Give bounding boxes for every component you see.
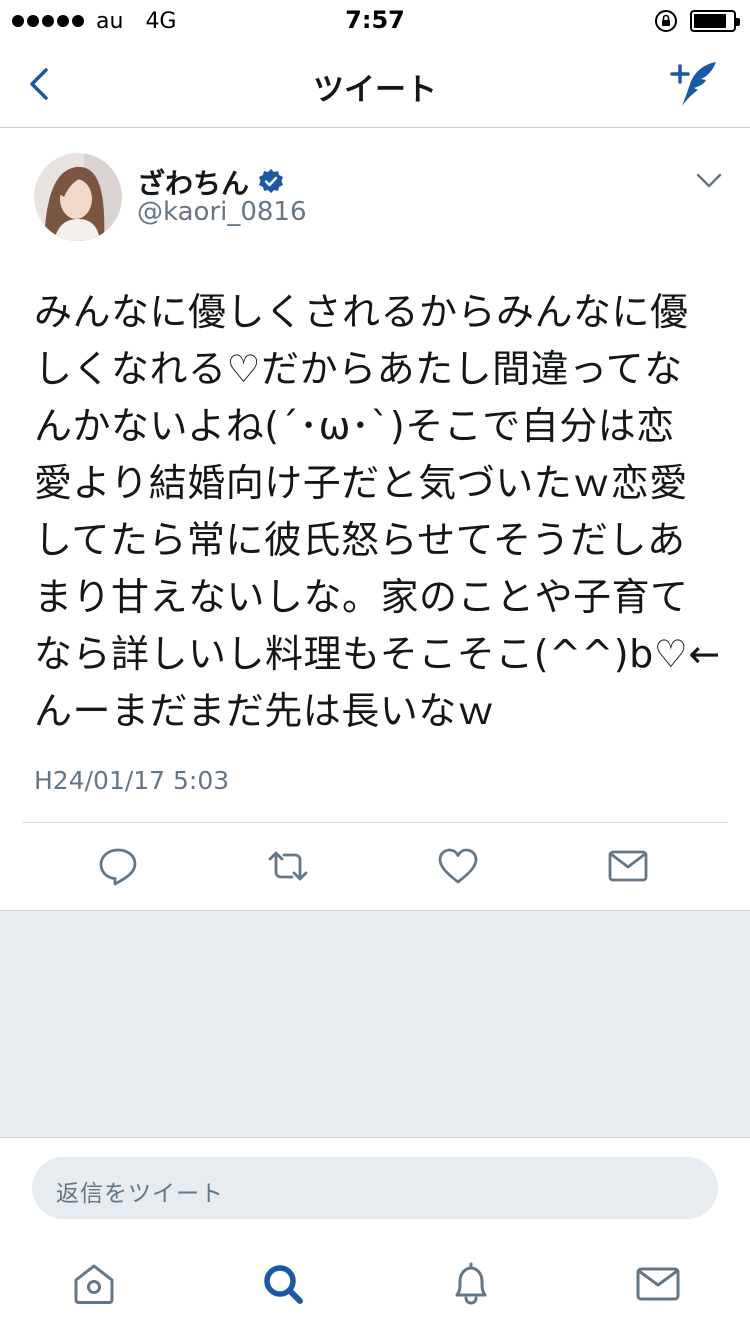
user-name-row[interactable]: ざわちん [137,162,285,202]
tweet-line: んーまだまだ先は長いなｗ [34,689,496,733]
user-display-name[interactable]: ざわちん [137,162,249,202]
tweet-line: まり甘えないしな。家のことや子育て [34,575,689,619]
tab-notifications[interactable] [447,1260,495,1308]
tweet-line: 愛より結婚向け子だと気づいたｗ恋愛 [34,461,688,505]
tweet-line: しくなれる♡だからあたし間違ってな [34,347,683,391]
compose-tweet-button[interactable] [668,56,724,112]
tab-messages[interactable] [634,1260,682,1308]
reply-icon [99,848,137,886]
notifications-icon [455,1262,487,1305]
battery-icon [690,10,740,32]
messages-icon [636,1267,680,1301]
retweet-icon [268,851,308,881]
direct-message-button[interactable] [606,844,650,888]
profile-photo [34,153,122,241]
replies-area [0,910,750,1138]
tab-search[interactable] [259,1260,307,1308]
like-button[interactable] [436,844,480,888]
tab-bar [0,1240,750,1334]
tweet-line: みんなに優しくされるからみんなに優 [34,290,689,334]
avatar[interactable] [34,153,122,241]
orientation-lock-icon [655,10,677,32]
tweet-actions [0,838,750,896]
tab-home[interactable] [70,1260,118,1308]
tweet-options-button[interactable] [694,168,724,192]
verified-badge-icon [259,169,284,193]
tweet-line: してたら常に彼氏怒らせてそうだしあ [34,518,686,562]
status-right [654,9,740,33]
tweet-text: みんなに優しくされるからみんなに優 しくなれる♡だからあたし間違ってな んかない… [34,284,724,740]
battery-level [694,14,727,28]
direct-message-icon [608,850,648,882]
status-time: 7:57 [345,6,405,34]
user-handle[interactable]: @kaori_0816 [137,197,307,227]
chevron-down-icon [696,173,722,188]
nav-bar: ツイート [0,40,750,128]
tweet-line: なら詳しいし料理もそこそこ(^^)b♡← [34,632,721,676]
reply-input[interactable]: 返信をツイート [32,1157,718,1219]
tweet-line: んかないよね(´･ω･`)そこで自分は恋 [34,404,675,448]
home-icon [74,1264,114,1304]
reply-button[interactable] [96,844,140,888]
divider [22,822,728,823]
tweet-timestamp: H24/01/17 5:03 [34,766,230,795]
page-title: ツイート [313,72,437,108]
like-icon [438,848,478,884]
retweet-button[interactable] [266,844,310,888]
search-icon [264,1265,303,1304]
compose-tweet-icon [670,62,716,106]
reply-placeholder: 返信をツイート [56,1181,224,1207]
status-bar: au 4G 7:57 [0,0,750,40]
